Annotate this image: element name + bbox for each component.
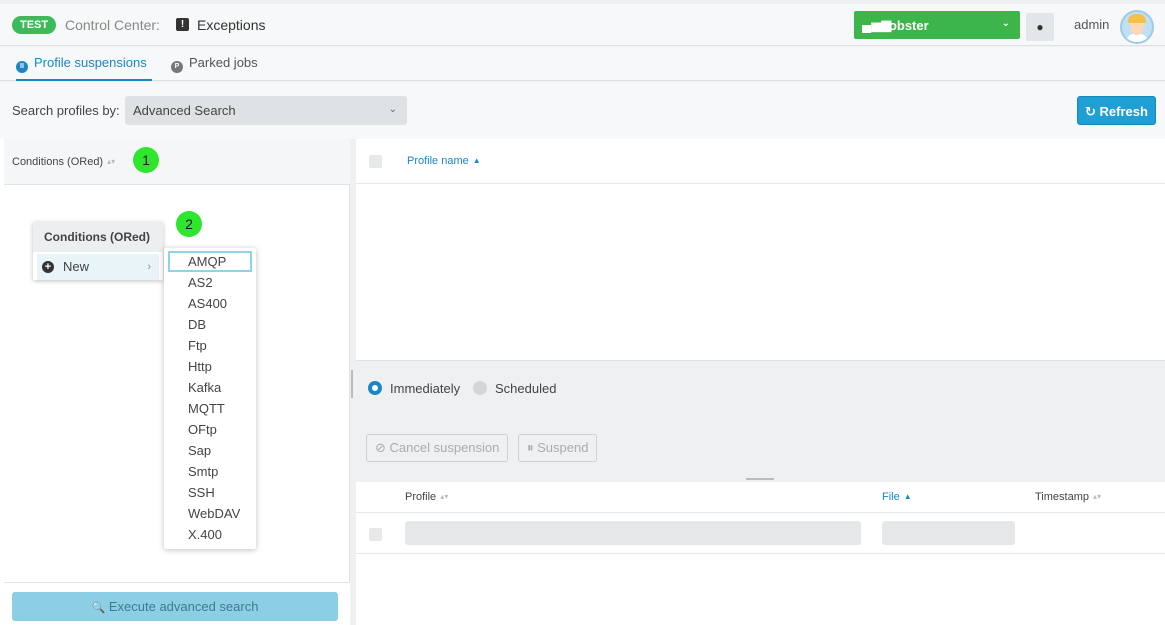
profile-column-header[interactable]: Profile ▴▾: [405, 491, 448, 503]
file-column-header[interactable]: File ▲: [882, 491, 912, 503]
row-checkbox[interactable]: [369, 528, 382, 541]
refresh-label: Refresh: [1099, 104, 1148, 119]
cancel-suspension-button[interactable]: ⊘ Cancel suspension: [366, 434, 509, 462]
top-header: TEST Control Center: ! Exceptions ▄▅▆ Lo…: [0, 4, 1165, 46]
tab-parked-jobs[interactable]: P Parked jobs: [171, 47, 258, 81]
profile-table: Profile name ▲: [356, 139, 1165, 361]
new-condition-submenu: AMQP AS2 AS400 DB Ftp Http Kafka MQTT OF…: [164, 248, 256, 549]
sort-icon: ▴▾: [107, 157, 116, 166]
timestamp-column-header[interactable]: Timestamp ▴▾: [1035, 491, 1101, 503]
sort-icon: ▴▾: [1093, 492, 1102, 501]
horizontal-splitter-handle[interactable]: [746, 478, 774, 480]
submenu-item-webdav[interactable]: WebDAV: [164, 503, 256, 524]
parking-icon: P: [171, 61, 183, 73]
submenu-item-ftp[interactable]: Ftp: [164, 335, 256, 356]
conditions-header[interactable]: Conditions (ORed) ▴▾: [4, 139, 350, 185]
submenu-item-smtp[interactable]: Smtp: [164, 461, 256, 482]
submenu-item-sap[interactable]: Sap: [164, 440, 256, 461]
avatar-hair: [1128, 14, 1146, 23]
submenu-item-mqtt[interactable]: MQTT: [164, 398, 256, 419]
table-row: [356, 514, 1165, 554]
instance-select[interactable]: ▄▅▆ Lobster ⌄: [854, 11, 1020, 39]
radio-scheduled[interactable]: [473, 381, 487, 395]
tab-label: Profile suspensions: [34, 55, 147, 70]
submenu-item-http[interactable]: Http: [164, 356, 256, 377]
tab-profile-suspensions[interactable]: II Profile suspensions: [16, 47, 152, 81]
search-label: Search profiles by:: [12, 103, 120, 118]
chevron-down-icon: ⌄: [1001, 18, 1010, 29]
page-title: Exceptions: [197, 17, 266, 33]
conditions-context-menu: Conditions (ORed) + New ›: [33, 222, 163, 280]
user-name[interactable]: admin: [1074, 17, 1109, 32]
conditions-header-label: Conditions (ORed) ▴▾: [12, 156, 116, 168]
context-menu-item-new[interactable]: + New ›: [37, 254, 159, 280]
callout-marker-1: 1: [133, 147, 159, 173]
context-menu-item-label: New: [63, 259, 90, 274]
sort-ascending-icon: ▲: [903, 492, 912, 501]
search-bar: Search profiles by: Advanced Search ⌄ ↻ …: [0, 82, 1165, 139]
sort-ascending-icon: ▲: [472, 156, 481, 165]
jobs-table: Profile ▴▾ File ▲ Timestamp ▴▾: [356, 482, 1165, 625]
loading-placeholder-file: [882, 521, 1015, 545]
environment-badge: TEST: [12, 16, 57, 34]
chat-icon: ●: [1036, 20, 1044, 34]
submenu-item-as400[interactable]: AS400: [164, 293, 256, 314]
submenu-item-db[interactable]: DB: [164, 314, 256, 335]
profile-name-column-header[interactable]: Profile name ▲: [407, 155, 481, 167]
avatar-body: [1126, 34, 1148, 42]
submenu-item-ssh[interactable]: SSH: [164, 482, 256, 503]
select-all-checkbox[interactable]: [369, 155, 382, 168]
refresh-button[interactable]: ↻ Refresh: [1077, 96, 1156, 125]
vertical-splitter-handle[interactable]: [351, 370, 353, 398]
execute-label: Execute advanced search: [108, 599, 259, 614]
tab-label: Parked jobs: [189, 55, 258, 70]
context-menu-title: Conditions (ORed): [33, 222, 163, 252]
chevron-down-icon: ⌄: [388, 104, 397, 115]
search-icon: 🔍: [91, 602, 106, 614]
search-mode-value: Advanced Search: [133, 103, 236, 118]
submenu-item-amqp[interactable]: AMQP: [168, 251, 252, 272]
pause-icon: II: [16, 61, 28, 73]
refresh-icon: ↻: [1085, 104, 1096, 119]
loading-placeholder-profile: [405, 521, 861, 545]
radio-immediately[interactable]: [368, 381, 382, 395]
jobs-table-header: Profile ▴▾ File ▲ Timestamp ▴▾: [356, 482, 1165, 513]
suspend-label: Suspend: [537, 440, 589, 455]
radio-immediately-label: Immediately: [390, 381, 461, 396]
pause-icon: ⏸: [527, 440, 534, 455]
radio-scheduled-label: Scheduled: [495, 381, 557, 396]
sort-icon: ▴▾: [440, 492, 449, 501]
cancel-suspension-label: Cancel suspension: [389, 440, 500, 455]
app-title: Control Center:: [65, 17, 160, 33]
execute-advanced-search-button[interactable]: 🔍 Execute advanced search: [12, 592, 338, 621]
plus-circle-icon: +: [42, 261, 54, 273]
chat-button[interactable]: ●: [1026, 13, 1054, 41]
submenu-item-kafka[interactable]: Kafka: [164, 377, 256, 398]
callout-marker-2: 2: [176, 211, 202, 237]
search-mode-select[interactable]: Advanced Search ⌄: [125, 96, 407, 125]
submenu-item-oftp[interactable]: OFtp: [164, 419, 256, 440]
tab-bar: II Profile suspensions P Parked jobs: [0, 47, 1165, 81]
submenu-item-x400[interactable]: X.400: [164, 524, 256, 545]
suspend-button[interactable]: ⏸ Suspend: [518, 434, 598, 462]
conditions-footer: 🔍 Execute advanced search: [4, 582, 350, 625]
exclamation-icon: !: [176, 18, 189, 31]
chevron-right-icon: ›: [147, 261, 151, 273]
submenu-item-as2[interactable]: AS2: [164, 272, 256, 293]
cancel-icon: ⊘: [375, 440, 386, 455]
instance-label: Lobster: [881, 18, 929, 33]
profile-table-header: Profile name ▲: [356, 139, 1165, 184]
avatar[interactable]: [1120, 10, 1154, 44]
